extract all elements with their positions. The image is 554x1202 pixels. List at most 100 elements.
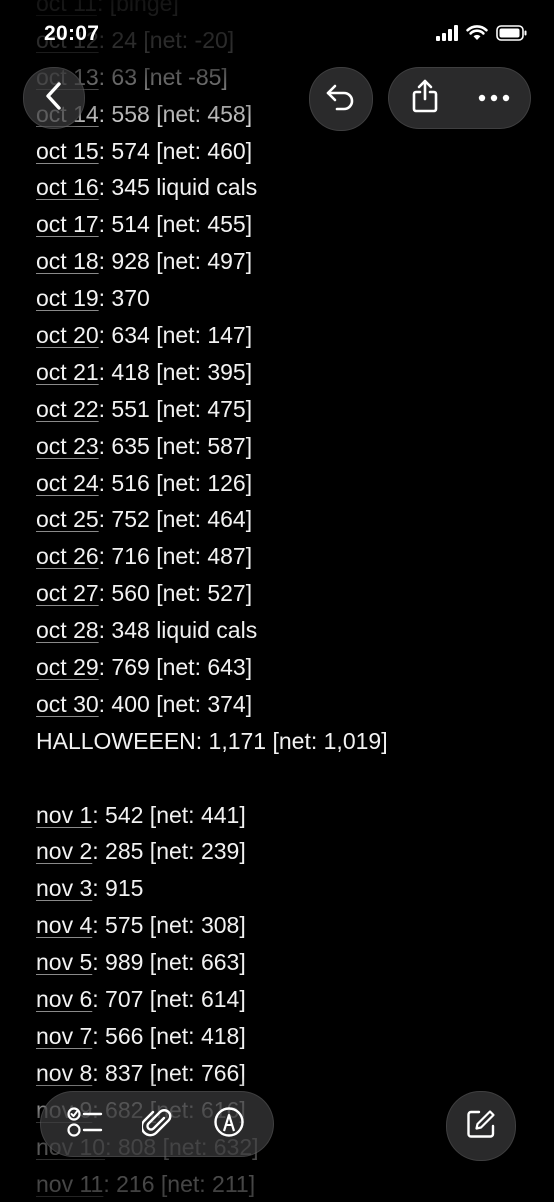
note-line: oct 16: 345 liquid cals [36, 169, 536, 206]
note-line-text: : 707 [net: 614] [92, 986, 245, 1012]
note-line: oct 18: 928 [net: 497] [36, 243, 536, 280]
note-line: nov 2: 285 [net: 239] [36, 833, 536, 870]
date-link[interactable]: oct 19 [36, 285, 99, 311]
date-link[interactable]: nov 11 [36, 1171, 103, 1197]
note-line: oct 27: 560 [net: 527] [36, 575, 536, 612]
note-line: oct 30: 400 [net: 374] [36, 686, 536, 723]
date-link[interactable]: nov 8 [36, 1060, 92, 1086]
note-line: oct 11: [binge] [36, 0, 536, 22]
date-link[interactable]: oct 11 [36, 0, 97, 16]
note-line-text: HALLOWEEEN: 1,171 [net: 1,019] [36, 728, 388, 754]
note-line: nov 3: 915 [36, 870, 536, 907]
note-line-text: : 24 [net: -20] [99, 27, 235, 53]
share-more-toolbar [388, 67, 531, 129]
attach-button[interactable] [135, 1102, 179, 1146]
note-line: nov 4: 575 [net: 308] [36, 907, 536, 944]
note-line: oct 23: 635 [net: 587] [36, 428, 536, 465]
pen-icon [213, 1106, 245, 1143]
date-link[interactable]: oct 15 [36, 138, 99, 164]
date-link[interactable]: oct 20 [36, 322, 99, 348]
undo-button[interactable] [309, 67, 373, 131]
date-link[interactable]: nov 1 [36, 802, 92, 828]
date-link[interactable]: oct 25 [36, 506, 99, 532]
note-line: nov 6: 707 [net: 614] [36, 981, 536, 1018]
note-line-text: : 574 [net: 460] [99, 138, 252, 164]
undo-icon [325, 83, 357, 116]
more-button[interactable] [472, 76, 516, 120]
note-body[interactable]: oct 11: [binge]oct 12: 24 [net: -20]oct … [36, 0, 536, 1202]
note-line-text: : 560 [net: 527] [99, 580, 252, 606]
note-line: oct 19: 370 [36, 280, 536, 317]
note-line: nov 7: 566 [net: 418] [36, 1018, 536, 1055]
note-line: oct 28: 348 liquid cals [36, 612, 536, 649]
date-link[interactable]: oct 22 [36, 396, 99, 422]
note-line: oct 20: 634 [net: 147] [36, 317, 536, 354]
note-line-text: : 63 [net -85] [99, 64, 228, 90]
note-line-text: : 989 [net: 663] [92, 949, 245, 975]
checklist-icon [67, 1106, 103, 1143]
date-link[interactable]: oct 18 [36, 248, 99, 274]
checklist-button[interactable] [63, 1102, 107, 1146]
note-line-text: : 418 [net: 395] [99, 359, 252, 385]
date-link[interactable]: oct 23 [36, 433, 99, 459]
note-line-text: : 370 [99, 285, 150, 311]
note-line-text: : 752 [net: 464] [99, 506, 252, 532]
note-line: oct 26: 716 [net: 487] [36, 538, 536, 575]
date-link[interactable]: nov 3 [36, 875, 92, 901]
date-link[interactable]: oct 26 [36, 543, 99, 569]
note-line: oct 15: 574 [net: 460] [36, 133, 536, 170]
note-line: oct 29: 769 [net: 643] [36, 649, 536, 686]
note-line-text: : 635 [net: 587] [99, 433, 252, 459]
date-link[interactable]: nov 7 [36, 1023, 92, 1049]
chevron-left-icon [44, 81, 64, 116]
note-line-text: : 558 [net: 458] [99, 101, 252, 127]
date-link[interactable]: oct 28 [36, 617, 99, 643]
ellipsis-icon [478, 89, 510, 107]
date-link[interactable]: nov 2 [36, 838, 92, 864]
note-line-text: : 837 [net: 766] [92, 1060, 245, 1086]
note-line: nov 8: 837 [net: 766] [36, 1055, 536, 1092]
cellular-signal-icon [436, 25, 458, 46]
date-link[interactable]: oct 24 [36, 470, 99, 496]
date-link[interactable]: oct 16 [36, 174, 99, 200]
note-line-text: : 915 [92, 875, 143, 901]
note-line-text: : 575 [net: 308] [92, 912, 245, 938]
compose-button[interactable] [446, 1091, 516, 1161]
note-line-text: : [binge] [97, 0, 179, 16]
note-line-text: : 514 [net: 455] [99, 211, 252, 237]
note-line-text: : 551 [net: 475] [99, 396, 252, 422]
date-link[interactable]: oct 30 [36, 691, 99, 717]
date-link[interactable]: oct 17 [36, 211, 99, 237]
date-link[interactable]: oct 27 [36, 580, 99, 606]
note-line-text: : 516 [net: 126] [99, 470, 252, 496]
note-line: oct 22: 551 [net: 475] [36, 391, 536, 428]
note-line-text: : 345 liquid cals [99, 174, 258, 200]
note-line-text: : 285 [net: 239] [92, 838, 245, 864]
note-line: oct 21: 418 [net: 395] [36, 354, 536, 391]
battery-icon [496, 25, 528, 46]
back-button[interactable] [23, 67, 85, 129]
date-link[interactable]: nov 5 [36, 949, 92, 975]
note-line: oct 25: 752 [net: 464] [36, 501, 536, 538]
note-line-text: : 634 [net: 147] [99, 322, 252, 348]
note-line: oct 24: 516 [net: 126] [36, 465, 536, 502]
paperclip-icon [142, 1105, 172, 1144]
note-line: oct 17: 514 [net: 455] [36, 206, 536, 243]
note-line: nov 11: 216 [net: 211] [36, 1166, 536, 1202]
note-line: HALLOWEEEN: 1,171 [net: 1,019] [36, 723, 536, 760]
note-line-text: : 542 [net: 441] [92, 802, 245, 828]
note-line: nov 1: 542 [net: 441] [36, 797, 536, 834]
date-link[interactable]: oct 29 [36, 654, 99, 680]
note-line-text: : 566 [net: 418] [92, 1023, 245, 1049]
status-time: 20:07 [44, 22, 99, 46]
share-button[interactable] [403, 76, 447, 120]
date-link[interactable]: oct 21 [36, 359, 99, 385]
bottom-toolbar [40, 1091, 274, 1157]
status-icons [436, 24, 528, 46]
note-line-text: : 348 liquid cals [99, 617, 258, 643]
note-line-text: : 400 [net: 374] [99, 691, 252, 717]
date-link[interactable]: nov 4 [36, 912, 92, 938]
note-line-text: : 716 [net: 487] [99, 543, 252, 569]
markup-button[interactable] [207, 1102, 251, 1146]
date-link[interactable]: nov 6 [36, 986, 92, 1012]
